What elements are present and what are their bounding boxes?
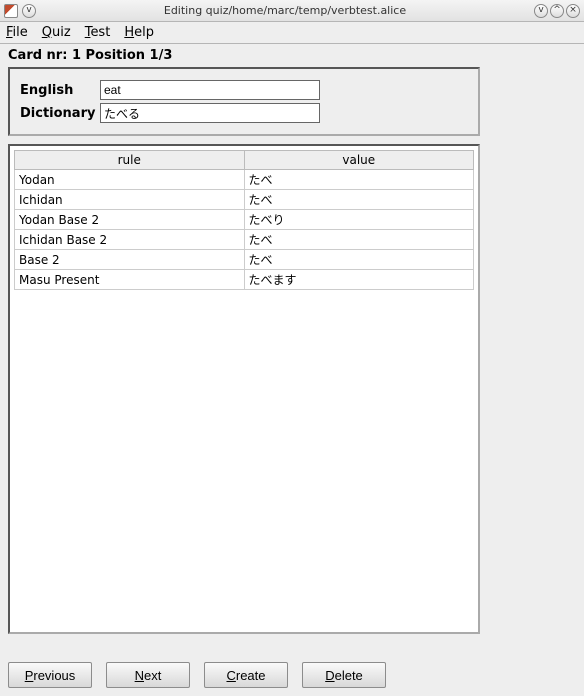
- table-row[interactable]: Masu Presentたべます: [15, 270, 474, 290]
- fields-panel: English Dictionary: [8, 67, 480, 136]
- menu-help[interactable]: Help: [124, 25, 154, 40]
- table-row[interactable]: Yodanたべ: [15, 170, 474, 190]
- cell-value[interactable]: たべ: [244, 190, 474, 210]
- cell-value[interactable]: たべ: [244, 170, 474, 190]
- cell-value[interactable]: たべ: [244, 250, 474, 270]
- card-position-label: Card nr: 1 Position 1/3: [8, 46, 576, 67]
- menu-quiz[interactable]: Quiz: [42, 25, 71, 40]
- menu-test[interactable]: Test: [85, 25, 111, 40]
- rules-table-panel: rule value YodanたべIchidanたべYodan Base 2た…: [8, 144, 480, 634]
- close-icon[interactable]: ×: [566, 4, 580, 18]
- english-input[interactable]: [100, 80, 320, 100]
- dictionary-label: Dictionary: [20, 106, 94, 121]
- table-row[interactable]: Base 2たべ: [15, 250, 474, 270]
- button-row: Previous Next Create Delete: [0, 642, 584, 696]
- app-icon: [4, 4, 18, 18]
- create-button[interactable]: Create: [204, 662, 288, 688]
- titlebar: ⅴ Editing quiz/home/marc/temp/verbtest.a…: [0, 0, 584, 22]
- cell-value[interactable]: たべます: [244, 270, 474, 290]
- cell-rule[interactable]: Ichidan: [15, 190, 245, 210]
- cell-value[interactable]: たべ: [244, 230, 474, 250]
- delete-button[interactable]: Delete: [302, 662, 386, 688]
- column-header-rule[interactable]: rule: [15, 151, 245, 170]
- table-row[interactable]: Ichidanたべ: [15, 190, 474, 210]
- minimize-icon[interactable]: ⅴ: [534, 4, 548, 18]
- cell-rule[interactable]: Ichidan Base 2: [15, 230, 245, 250]
- next-button[interactable]: Next: [106, 662, 190, 688]
- cell-rule[interactable]: Yodan: [15, 170, 245, 190]
- content-area: Card nr: 1 Position 1/3 English Dictiona…: [0, 44, 584, 642]
- cell-rule[interactable]: Masu Present: [15, 270, 245, 290]
- dictionary-input[interactable]: [100, 103, 320, 123]
- table-row[interactable]: Ichidan Base 2たべ: [15, 230, 474, 250]
- column-header-value[interactable]: value: [244, 151, 474, 170]
- english-label: English: [20, 83, 94, 98]
- cell-value[interactable]: たべり: [244, 210, 474, 230]
- menu-file[interactable]: File: [6, 25, 28, 40]
- rules-table: rule value YodanたべIchidanたべYodan Base 2た…: [14, 150, 474, 290]
- maximize-icon[interactable]: ^: [550, 4, 564, 18]
- window-menu-icon[interactable]: ⅴ: [22, 4, 36, 18]
- cell-rule[interactable]: Yodan Base 2: [15, 210, 245, 230]
- cell-rule[interactable]: Base 2: [15, 250, 245, 270]
- window-title: Editing quiz/home/marc/temp/verbtest.ali…: [36, 4, 534, 17]
- table-row[interactable]: Yodan Base 2たべり: [15, 210, 474, 230]
- menubar: File Quiz Test Help: [0, 22, 584, 44]
- previous-button[interactable]: Previous: [8, 662, 92, 688]
